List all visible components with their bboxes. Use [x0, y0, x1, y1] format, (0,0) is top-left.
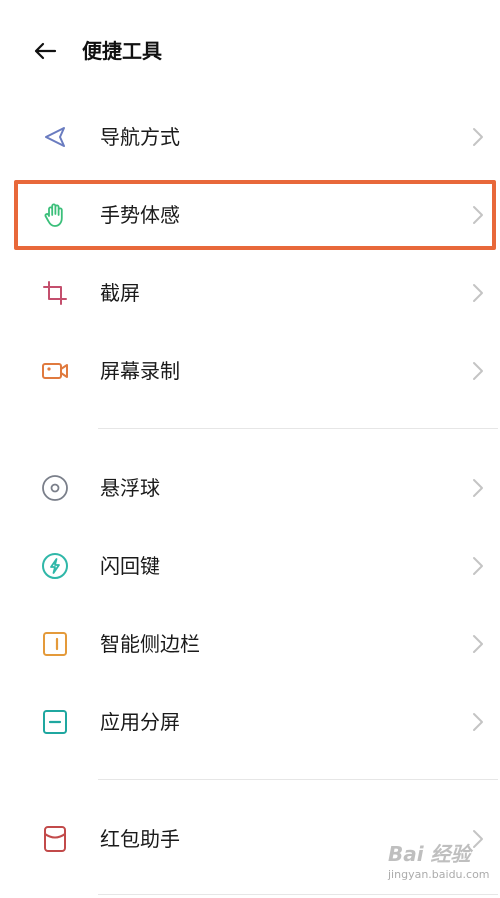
chevron-right-icon — [470, 552, 486, 580]
crop-icon — [40, 278, 70, 308]
section-divider — [98, 779, 498, 780]
list-item-label: 智能侧边栏 — [100, 632, 200, 656]
header: 便捷工具 — [0, 0, 500, 106]
section-divider — [98, 428, 498, 429]
chevron-right-icon — [470, 630, 486, 658]
section-divider — [98, 894, 498, 895]
envelope-icon — [40, 824, 70, 854]
highlight-box — [14, 180, 496, 250]
list-item-screen-record[interactable]: 屏幕录制 — [0, 332, 500, 410]
list-item-screenshot[interactable]: 截屏 — [0, 254, 500, 332]
chevron-right-icon — [470, 474, 486, 502]
chevron-right-icon — [470, 357, 486, 385]
chevron-right-icon — [470, 708, 486, 736]
watermark: Bai 经验 jingyan.baidu.com — [388, 838, 496, 888]
watermark-text: Bai 经验 — [388, 842, 471, 866]
list-item-label: 导航方式 — [100, 125, 180, 149]
watermark-url: jingyan.baidu.com — [388, 868, 490, 881]
list-item-label: 闪回键 — [100, 554, 160, 578]
list-item-label: 悬浮球 — [100, 476, 160, 500]
list-item-label: 截屏 — [100, 281, 140, 305]
list-item-label: 红包助手 — [100, 827, 180, 851]
back-button[interactable] — [30, 36, 60, 66]
list-item-flashback-key[interactable]: 闪回键 — [0, 527, 500, 605]
flash-icon — [40, 551, 70, 581]
list-item-floating-ball[interactable]: 悬浮球 — [0, 449, 500, 527]
list-item-navigation[interactable]: 导航方式 — [0, 98, 500, 176]
video-camera-icon — [40, 356, 70, 386]
arrow-left-icon — [34, 42, 57, 60]
list-item-label: 应用分屏 — [100, 710, 180, 734]
list-item-smart-sidebar[interactable]: 智能侧边栏 — [0, 605, 500, 683]
sidebar-icon — [40, 629, 70, 659]
split-screen-icon — [40, 707, 70, 737]
list-item-split-screen[interactable]: 应用分屏 — [0, 683, 500, 761]
navigation-arrow-icon — [40, 122, 70, 152]
list-item-label: 屏幕录制 — [100, 359, 180, 383]
page-title: 便捷工具 — [82, 39, 162, 63]
chevron-right-icon — [470, 123, 486, 151]
chevron-right-icon — [470, 279, 486, 307]
floating-ball-icon — [40, 473, 70, 503]
